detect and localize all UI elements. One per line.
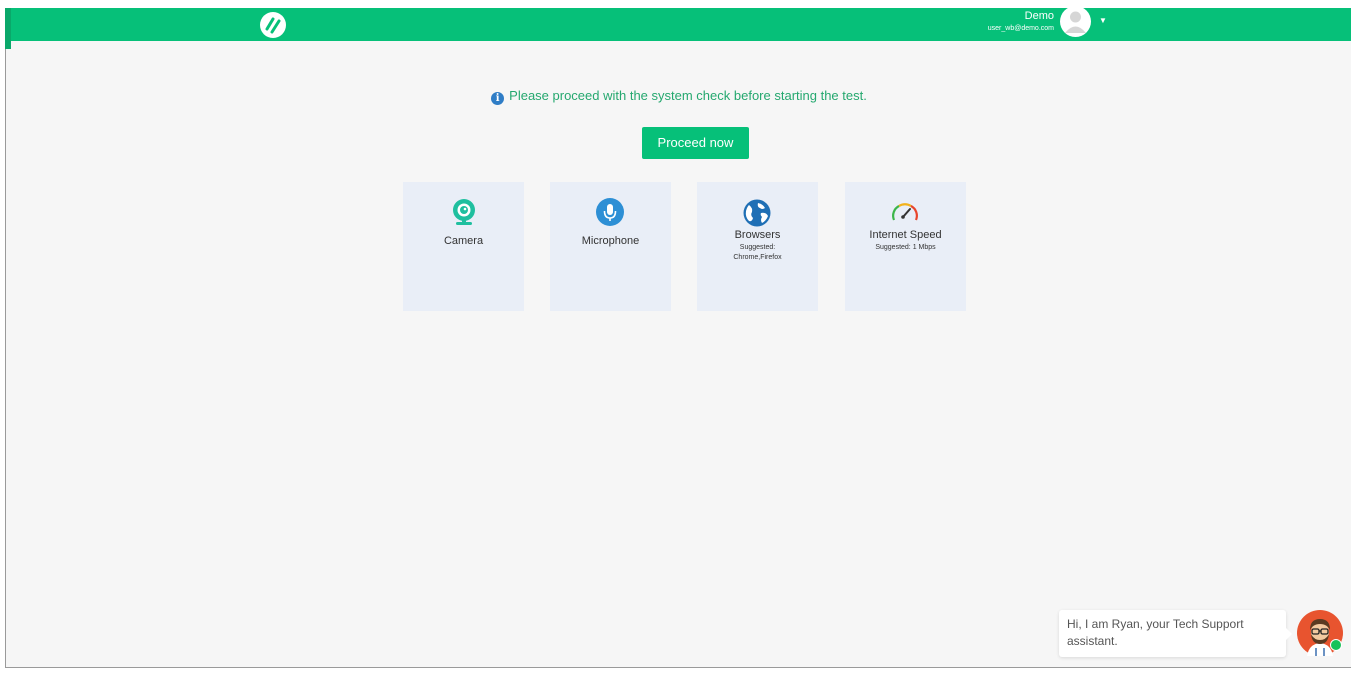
card-label-browsers: Browsers bbox=[734, 229, 781, 241]
check-card-camera[interactable]: Camera bbox=[403, 182, 524, 311]
chat-message-line-2: assistant. bbox=[1067, 634, 1118, 648]
user-info[interactable]: Demo user_wb@demo.com bbox=[940, 10, 1054, 34]
page-frame bbox=[5, 8, 1351, 668]
card-label-camera: Camera bbox=[443, 235, 484, 247]
globe-icon bbox=[743, 199, 771, 227]
check-card-internet-speed[interactable]: Internet Speed Suggested: 1 Mbps bbox=[845, 182, 966, 311]
top-navbar bbox=[5, 8, 1351, 41]
chat-message-line-1: Hi, I am Ryan, your Tech Support bbox=[1067, 617, 1244, 631]
user-email: user_wb@demo.com bbox=[987, 25, 1054, 32]
speedometer-icon bbox=[892, 203, 918, 221]
info-icon: i bbox=[491, 92, 505, 105]
notice-text: Please proceed with the system check bef… bbox=[509, 88, 867, 103]
chevron-down-icon[interactable]: ▼ bbox=[1099, 16, 1107, 26]
camera-icon bbox=[453, 199, 475, 225]
user-name: Demo bbox=[1024, 10, 1054, 22]
check-card-microphone[interactable]: Microphone bbox=[550, 182, 671, 311]
proceed-now-button[interactable]: Proceed now bbox=[642, 127, 749, 159]
user-avatar-icon[interactable] bbox=[1060, 6, 1091, 37]
card-sub-browsers-2: Chrome,Firefox bbox=[733, 254, 782, 261]
check-card-browsers[interactable]: Browsers Suggested: Chrome,Firefox bbox=[697, 182, 818, 311]
left-accent-bar bbox=[5, 8, 11, 49]
card-sub-browsers-1: Suggested: bbox=[739, 244, 776, 251]
microphone-icon bbox=[596, 198, 624, 226]
card-sub-internet-speed: Suggested: 1 Mbps bbox=[875, 244, 936, 251]
system-check-notice: i Please proceed with the system check be… bbox=[0, 88, 1358, 105]
online-status-dot bbox=[1330, 639, 1342, 651]
chat-message-bubble[interactable]: Hi, I am Ryan, your Tech Support assista… bbox=[1059, 610, 1292, 657]
card-label-internet-speed: Internet Speed bbox=[869, 229, 942, 241]
card-label-microphone: Microphone bbox=[581, 235, 640, 247]
brand-logo-icon[interactable] bbox=[259, 11, 287, 39]
